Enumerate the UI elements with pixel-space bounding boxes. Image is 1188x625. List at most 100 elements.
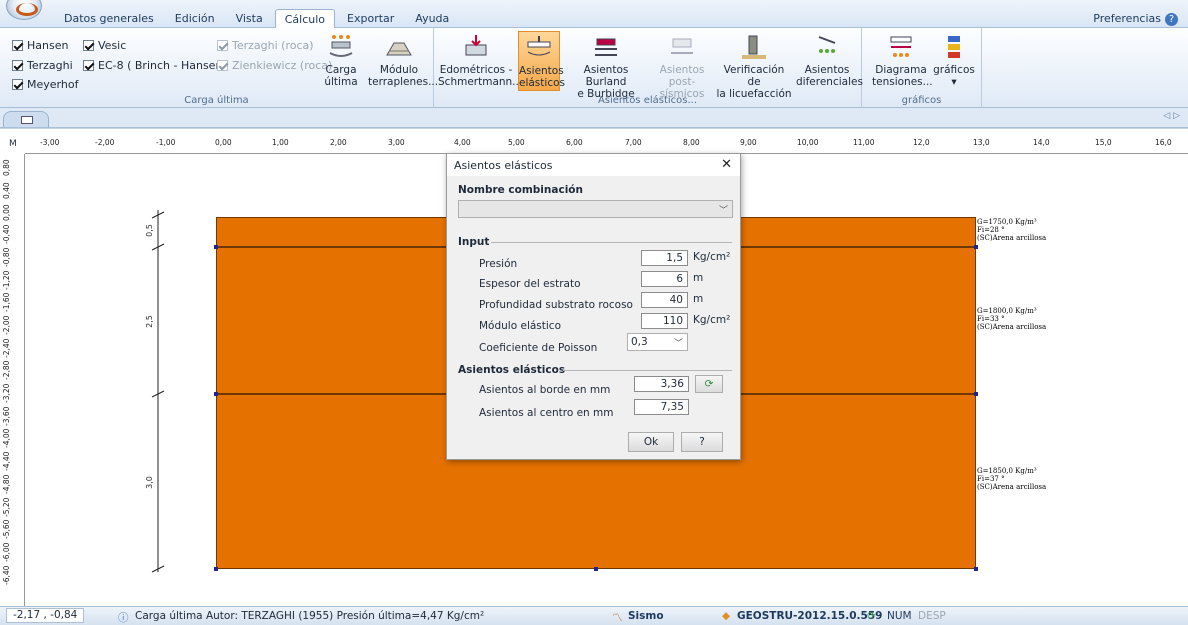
- edometricos-button[interactable]: Edométricos - Schmertmann...: [438, 31, 522, 91]
- ribbon: Hansen Vesic Terzaghi (roca) Terzaghi EC…: [0, 28, 1188, 108]
- dimension-label: 3,0: [144, 476, 154, 489]
- asientos-diferenciales-button[interactable]: Asientos diferenciales: [796, 31, 863, 91]
- section-divider: [491, 242, 732, 243]
- sismo-label[interactable]: Sismo: [628, 610, 664, 622]
- group-label: gráficos: [901, 95, 942, 106]
- tab-exportar[interactable]: Exportar: [338, 9, 403, 30]
- tab-calculo[interactable]: Cálculo: [274, 9, 336, 30]
- help-button[interactable]: ?: [681, 432, 723, 452]
- num-indicator: NUM: [887, 610, 912, 622]
- menu-bar: Datos generales Edición Vista Cálculo Ex…: [0, 0, 1188, 30]
- checkbox-icon: [217, 40, 228, 51]
- close-icon[interactable]: ✕: [721, 157, 732, 172]
- coordinates-readout: -2,17 , -0,84: [6, 608, 85, 623]
- borde-value: 3,36: [634, 376, 689, 392]
- espesor-input[interactable]: 6: [641, 271, 688, 287]
- poisson-select[interactable]: 0,3 ﹀: [627, 333, 688, 351]
- preferences-menu[interactable]: Preferencias?: [1093, 12, 1178, 26]
- version-label: GEOSTRU-2012.15.0.559: [737, 610, 883, 622]
- ruler-tick-label: 11,00: [853, 138, 875, 147]
- ruler-tick-label: -3,60: [2, 406, 11, 426]
- check-zienkiewicz[interactable]: Zienkiewicz (roca): [217, 59, 332, 72]
- check-vesic[interactable]: Vesic: [83, 39, 126, 52]
- tab-datos-generales[interactable]: Datos generales: [55, 9, 163, 30]
- modulo-elastico-unit: Kg/cm²: [693, 314, 731, 326]
- burland-icon: [595, 38, 617, 56]
- check-terzaghi-roca[interactable]: Terzaghi (roca): [217, 39, 314, 52]
- asientos-elasticos-button[interactable]: Asientos elásticos: [518, 31, 565, 91]
- check-meyerhof[interactable]: Meyerhof: [12, 78, 78, 91]
- ruler-tick-label: -1,00: [156, 138, 176, 147]
- profundidad-input[interactable]: 40: [641, 292, 688, 308]
- ruler-tick-label: -2,00: [95, 138, 115, 147]
- modulo-terraplenes-button[interactable]: Módulo terraplenes...: [368, 31, 438, 91]
- presion-label: Presión: [479, 258, 518, 270]
- ruler-tick-label: -4,00: [2, 428, 11, 449]
- checkbox-icon: [12, 40, 23, 51]
- ribbon-tabs: Datos generales Edición Vista Cálculo Ex…: [55, 9, 461, 30]
- dialog-titlebar[interactable]: Asientos elásticos ✕: [447, 154, 740, 176]
- combination-select[interactable]: ﹀: [458, 200, 733, 218]
- selection-handle[interactable]: [214, 392, 218, 396]
- selection-handle[interactable]: [214, 567, 218, 571]
- asientos-elasticos-dialog: Asientos elásticos ✕ Nombre combinación ﹀…: [446, 153, 741, 460]
- diagrama-tensiones-button[interactable]: Diagrama tensiones...: [872, 31, 933, 91]
- group-carga-ultima: Hansen Vesic Terzaghi (roca) Terzaghi EC…: [0, 28, 438, 108]
- presion-input[interactable]: 1,5: [641, 250, 688, 266]
- ruler-tick-label: -2,80: [2, 360, 11, 381]
- modulo-elastico-label: Módulo elástico: [479, 320, 561, 332]
- status-bar: -2,17 , -0,84 ⓘ Carga última Autor: TERZ…: [0, 606, 1188, 625]
- profundidad-unit: m: [693, 293, 704, 305]
- ruler-tick-label: 6,00: [566, 138, 583, 147]
- charts-icon: [948, 36, 960, 58]
- version-icon: ◆: [722, 610, 731, 622]
- ruler-tick-label: 5,00: [508, 138, 525, 147]
- sync-icon[interactable]: ⟳: [867, 610, 876, 622]
- document-icon: [21, 116, 33, 124]
- selection-handle[interactable]: [974, 567, 978, 571]
- ruler-tick-label: 0,80: [2, 159, 11, 176]
- layer-1-properties: G=1750,0 Kg/m³ Fi=28 ° (SC)Arena arcillosa: [977, 218, 1047, 242]
- ruler-tick-label: 3,00: [388, 138, 405, 147]
- ruler-tick-label: 14,0: [1033, 138, 1050, 147]
- ruler-tick-label: 0,00: [2, 204, 11, 222]
- asientos-burland-button[interactable]: Asientos Burland e Burbidge: [564, 31, 648, 100]
- recalculate-button[interactable]: ⟳: [695, 375, 723, 393]
- selection-handle[interactable]: [594, 567, 598, 571]
- tab-vista[interactable]: Vista: [227, 9, 272, 30]
- carga-ultima-button[interactable]: Carga última: [322, 31, 360, 91]
- ruler-tick-label: 2,00: [330, 138, 347, 147]
- borde-label: Asientos al borde en mm: [479, 384, 611, 396]
- asientos-post-sismicos-button[interactable]: Asientos post-sísmicos: [652, 31, 712, 100]
- check-hansen[interactable]: Hansen: [12, 39, 68, 52]
- check-terzaghi[interactable]: Terzaghi: [12, 59, 73, 72]
- tab-edicion[interactable]: Edición: [166, 9, 224, 30]
- ruler-tick-label: -2,40: [2, 338, 11, 358]
- elastic-settlement-icon: [527, 36, 551, 56]
- ruler-tick-label: 10,00: [797, 138, 819, 147]
- modulo-elastico-input[interactable]: 110: [641, 313, 688, 329]
- verificacion-licuefaccion-button[interactable]: Verificación de la licuefacción: [716, 31, 792, 100]
- check-ec8[interactable]: EC-8 ( Brinch - Hansen): [83, 59, 227, 72]
- selection-handle[interactable]: [974, 245, 978, 249]
- selection-handle[interactable]: [974, 392, 978, 396]
- dialog-title: Asientos elásticos: [454, 159, 553, 172]
- layer-2-properties: G=1800,0 Kg/m³ Fi=33 ° (SC)Arena arcillosa: [977, 307, 1047, 331]
- application-button[interactable]: [6, 0, 42, 20]
- ok-button[interactable]: Ok: [628, 432, 674, 452]
- ruler-tick-label: 8,00: [683, 138, 700, 147]
- document-tab[interactable]: [3, 111, 49, 127]
- help-icon[interactable]: ?: [1165, 13, 1178, 26]
- tab-ayuda[interactable]: Ayuda: [406, 9, 458, 30]
- desp-indicator: DESP: [918, 610, 946, 622]
- selection-handle[interactable]: [214, 245, 218, 249]
- scroll-arrows-icon[interactable]: ◁ ▷: [1163, 111, 1180, 121]
- refresh-icon: ⟳: [704, 378, 714, 390]
- document-tabstrip: ◁ ▷: [0, 108, 1188, 128]
- embankment-icon: [386, 42, 412, 56]
- graficos-button[interactable]: gráficos ▾: [932, 31, 976, 91]
- input-section-title: Input: [458, 236, 490, 248]
- dimension-label: 2,5: [144, 315, 154, 328]
- dimension-line: [151, 210, 165, 573]
- oedometer-icon: [465, 35, 487, 56]
